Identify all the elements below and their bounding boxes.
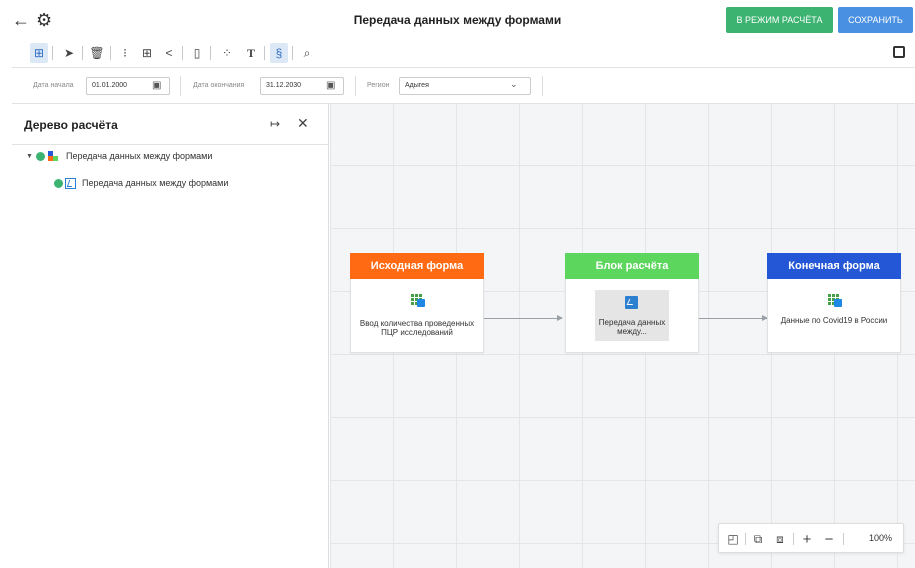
caret-down-icon[interactable]: ▼ xyxy=(26,153,36,160)
filters-bar: Дата начала 01.01.2000 ▣ Дата окончания … xyxy=(12,68,915,104)
panel-divider xyxy=(12,144,329,145)
connector-arrow xyxy=(699,315,768,321)
toolbar-divider xyxy=(264,46,265,60)
node-body[interactable]: Ввод количества проведенных ПЦР исследов… xyxy=(350,279,484,353)
panel-toggle-icon[interactable] xyxy=(893,46,905,58)
search-icon[interactable]: ⌕ xyxy=(298,43,316,63)
add-block-icon[interactable]: ⊞ xyxy=(138,43,156,63)
node-text: Передача данных между... xyxy=(598,318,666,336)
node-body[interactable]: Данные по Covid19 в России xyxy=(767,279,901,353)
zoom-divider xyxy=(745,533,746,545)
status-dot-icon xyxy=(54,178,63,188)
filter-divider xyxy=(180,76,181,96)
node-text: Ввод количества проведенных ПЦР исследов… xyxy=(359,319,475,337)
source-form-node[interactable]: Исходная форма Ввод количества проведенн… xyxy=(350,253,484,353)
end-date-label: Дата окончания xyxy=(193,82,245,89)
filter-divider xyxy=(355,76,356,96)
toolbar: ⊞ ➤ 🗑 ⁝ ⊞ < ▯ ⁘ T § ⌕ xyxy=(12,40,915,66)
calc-block-icon xyxy=(65,177,76,189)
zoom-divider xyxy=(793,533,794,545)
group-icon[interactable]: ⁘ xyxy=(218,43,236,63)
calc-mode-button[interactable]: В РЕЖИМ РАСЧЁТА xyxy=(726,7,833,33)
node-text: Данные по Covid19 в России xyxy=(780,316,888,325)
start-date-label: Дата начала xyxy=(33,82,74,89)
toolbar-divider xyxy=(210,46,211,60)
zoom-panel: ◰ ⧉ ⧈ + − 100% xyxy=(718,523,904,553)
trash-icon[interactable]: 🗑 xyxy=(88,43,106,63)
tree-item-label: Передача данных между формами xyxy=(82,178,229,188)
node-header[interactable]: Конечная форма xyxy=(767,253,901,279)
filter-divider xyxy=(542,76,543,96)
toolbar-divider xyxy=(110,46,111,60)
connector-icon[interactable]: < xyxy=(160,43,178,63)
calc-block-node[interactable]: Блок расчёта Передача данных между... xyxy=(565,253,699,353)
back-arrow-icon[interactable]: ← xyxy=(12,11,30,29)
gear-icon[interactable]: ⚙ xyxy=(36,10,56,30)
panel-title: Дерево расчёта xyxy=(24,118,118,132)
form-types-icon xyxy=(48,151,58,161)
diagram-canvas[interactable]: Исходная форма Ввод количества проведенн… xyxy=(330,104,915,568)
document-icon[interactable]: ▯ xyxy=(188,43,206,63)
calendar-icon[interactable]: ▣ xyxy=(152,80,161,91)
toolbar-divider xyxy=(52,46,53,60)
calc-block-icon xyxy=(625,296,638,309)
status-dot-icon xyxy=(36,151,45,161)
node-header[interactable]: Исходная форма xyxy=(350,253,484,279)
send-back-icon[interactable]: ⧈ xyxy=(771,531,789,547)
region-select[interactable]: Адыгея xyxy=(399,77,531,95)
close-icon[interactable]: ✕ xyxy=(297,115,309,132)
node-header[interactable]: Блок расчёта xyxy=(565,253,699,279)
tree-item-root[interactable]: ▼ Передача данных между формами xyxy=(26,148,212,164)
region-label: Регион xyxy=(367,82,390,89)
zoom-in-icon[interactable]: + xyxy=(799,531,815,548)
text-icon[interactable]: T xyxy=(242,43,260,63)
connector-arrow xyxy=(484,315,563,321)
target-form-node[interactable]: Конечная форма Данные по Covid19 в Росси… xyxy=(767,253,901,353)
calc-tree-panel: Дерево расчёта ↦ ✕ ▼ Передача данных меж… xyxy=(12,104,329,568)
zoom-out-icon[interactable]: − xyxy=(821,531,837,548)
align-icon[interactable]: ⁝ xyxy=(116,43,134,63)
zoom-divider xyxy=(843,533,844,545)
calendar-icon[interactable]: ▣ xyxy=(326,80,335,91)
tree-item-child[interactable]: Передача данных между формами xyxy=(54,175,228,191)
save-button[interactable]: СОХРАНИТЬ xyxy=(838,7,913,33)
table-icon xyxy=(827,292,843,308)
pointer-icon[interactable]: ➤ xyxy=(60,43,78,63)
calc-block-box[interactable]: Передача данных между... xyxy=(595,290,669,341)
tree-view-icon[interactable]: ⊞ xyxy=(30,43,48,63)
flow-icon[interactable]: § xyxy=(270,43,288,63)
toolbar-divider xyxy=(82,46,83,60)
tree-item-label: Передача данных между формами xyxy=(66,151,213,161)
node-body[interactable]: Передача данных между... xyxy=(565,279,699,353)
table-icon xyxy=(410,292,426,308)
toolbar-divider xyxy=(292,46,293,60)
bring-front-icon[interactable]: ⧉ xyxy=(749,531,767,547)
zoom-level: 100% xyxy=(869,533,893,543)
fit-screen-icon[interactable]: ◰ xyxy=(725,531,741,547)
toolbar-divider xyxy=(182,46,183,60)
collapse-panel-icon[interactable]: ↦ xyxy=(270,117,280,131)
